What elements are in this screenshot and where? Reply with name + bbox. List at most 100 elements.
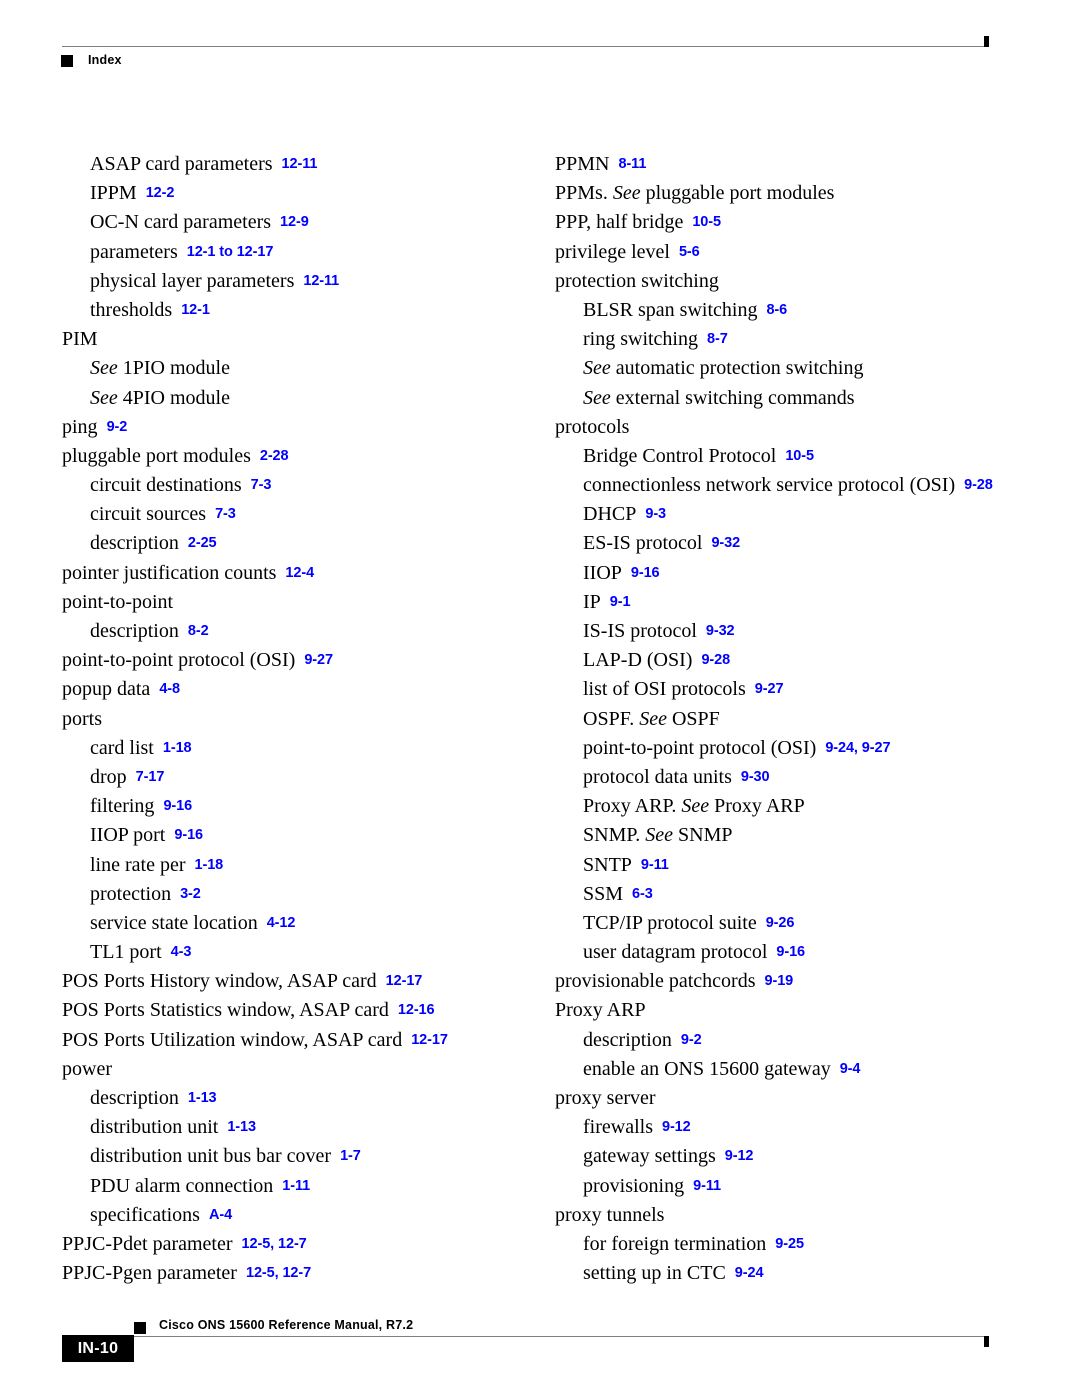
- black-square-icon: [61, 55, 73, 67]
- index-term: description: [583, 1029, 672, 1051]
- page-reference-link[interactable]: 12-9: [280, 214, 309, 230]
- page-reference-link[interactable]: 9-27: [304, 652, 333, 668]
- index-entry: ring switching 8-7: [555, 325, 1025, 354]
- index-term-text: TCP/IP protocol suite: [583, 911, 757, 934]
- page-reference-link[interactable]: 10-5: [785, 448, 814, 464]
- index-term-text: description: [90, 620, 179, 642]
- page-footer: Cisco ONS 15600 Reference Manual, R7.2 I…: [0, 1297, 1080, 1397]
- index-term-text: for foreign termination: [583, 1232, 767, 1255]
- index-term-text: pluggable port modules: [62, 444, 251, 467]
- page-reference-link[interactable]: 7-3: [251, 477, 272, 493]
- index-term: IP: [583, 591, 601, 613]
- index-entry: See 1PIO module: [62, 354, 532, 383]
- index-term-text: parameters: [90, 240, 178, 263]
- page-reference-link[interactable]: 1-13: [188, 1090, 217, 1106]
- page-reference-link[interactable]: 8-7: [707, 331, 728, 347]
- index-term-text: provisioning: [583, 1174, 685, 1197]
- page-reference-link[interactable]: 12-16: [398, 1002, 435, 1018]
- page-reference-link[interactable]: 1-13: [227, 1119, 256, 1135]
- page-reference-link[interactable]: 8-2: [188, 623, 209, 639]
- index-term-text: connectionless network service protocol …: [583, 474, 956, 497]
- page-reference-link[interactable]: 9-11: [693, 1178, 721, 1194]
- page-reference-link[interactable]: 9-32: [706, 623, 735, 639]
- index-term: proxy tunnels: [555, 1204, 664, 1226]
- page-reference-link[interactable]: 2-28: [260, 448, 289, 464]
- page-reference-link[interactable]: 9-27: [755, 681, 784, 697]
- index-entry: PPJC-Pgen parameter 12-5, 12-7: [62, 1259, 532, 1288]
- page-reference-link[interactable]: 9-2: [681, 1032, 702, 1048]
- index-term: See automatic protection switching: [583, 357, 863, 379]
- page-reference-link[interactable]: 12-4: [285, 565, 314, 581]
- page-reference-link[interactable]: 4-3: [171, 944, 192, 960]
- page-reference-link[interactable]: 9-24: [735, 1265, 764, 1281]
- index-entry: IPPM 12-2: [62, 179, 532, 208]
- page-reference-link[interactable]: 9-11: [641, 857, 669, 873]
- see-reference-label: See: [90, 357, 123, 380]
- page-reference-link[interactable]: 12-5, 12-7: [246, 1265, 311, 1281]
- index-term-text: ES-IS protocol: [583, 532, 703, 555]
- index-term: list of OSI protocols: [583, 678, 746, 700]
- page-reference-link[interactable]: 9-28: [964, 477, 993, 493]
- index-term: description: [90, 532, 179, 554]
- page-reference-link[interactable]: 10-5: [692, 214, 721, 230]
- index-term: ping: [62, 416, 98, 438]
- page-reference-link[interactable]: 7-17: [136, 769, 165, 785]
- page-reference-link[interactable]: 1-7: [340, 1148, 361, 1164]
- page-reference-link[interactable]: 12-17: [411, 1032, 448, 1048]
- page-reference-link[interactable]: 9-24, 9-27: [825, 740, 890, 756]
- page-reference-link[interactable]: 7-3: [215, 506, 236, 522]
- index-term: PDU alarm connection: [90, 1175, 273, 1197]
- page-number-badge: IN-10: [62, 1335, 134, 1362]
- index-term: Bridge Control Protocol: [583, 445, 776, 467]
- page-reference-link[interactable]: 2-25: [188, 535, 217, 551]
- index-entry: point-to-point protocol (OSI) 9-24, 9-27: [555, 734, 1025, 763]
- index-term-text: Proxy ARP: [714, 795, 805, 818]
- page-reference-link[interactable]: 1-18: [195, 857, 224, 873]
- index-term: See 4PIO module: [90, 387, 230, 409]
- page-reference-link[interactable]: 8-11: [618, 156, 646, 172]
- page-reference-link[interactable]: 9-32: [711, 535, 740, 551]
- page-reference-link[interactable]: 4-12: [267, 915, 296, 931]
- page-reference-link[interactable]: 9-12: [662, 1119, 691, 1135]
- index-term: gateway settings: [583, 1145, 716, 1167]
- page-reference-link[interactable]: 5-6: [679, 244, 700, 260]
- page-reference-link[interactable]: 9-2: [107, 419, 128, 435]
- index-term: LAP-D (OSI): [583, 649, 692, 671]
- page-reference-link[interactable]: 12-11: [282, 156, 318, 172]
- page-reference-link[interactable]: 9-1: [610, 594, 631, 610]
- index-term: service state location: [90, 912, 258, 934]
- page-reference-link[interactable]: 1-18: [163, 740, 192, 756]
- page-reference-link[interactable]: 9-4: [840, 1061, 861, 1077]
- page-reference-link[interactable]: 9-16: [163, 798, 192, 814]
- index-term-text: external switching commands: [615, 386, 855, 409]
- page-reference-link[interactable]: 9-19: [765, 973, 794, 989]
- index-entry: protection 3-2: [62, 880, 532, 909]
- page-reference-link[interactable]: 6-3: [632, 886, 653, 902]
- page-reference-link[interactable]: 9-16: [174, 827, 203, 843]
- page-reference-link[interactable]: 12-11: [303, 273, 339, 289]
- page-reference-link[interactable]: 9-30: [741, 769, 770, 785]
- page-reference-link[interactable]: A-4: [209, 1207, 232, 1223]
- page-reference-link[interactable]: 12-1: [181, 302, 210, 318]
- page-reference-link[interactable]: 12-1 to 12-17: [187, 244, 274, 260]
- page-reference-link[interactable]: 8-6: [766, 302, 787, 318]
- page-reference-link[interactable]: 9-16: [776, 944, 805, 960]
- page-reference-link[interactable]: 4-8: [159, 681, 180, 697]
- page-reference-link[interactable]: 12-17: [386, 973, 423, 989]
- page-reference-link[interactable]: 12-5, 12-7: [242, 1236, 307, 1252]
- index-term-prefix: OSPF.: [583, 707, 640, 730]
- index-term: specifications: [90, 1204, 200, 1226]
- index-term: POS Ports History window, ASAP card: [62, 970, 377, 992]
- index-entry: OSPF. See OSPF: [555, 705, 1025, 734]
- page-reference-link[interactable]: 12-2: [146, 185, 175, 201]
- index-term-text: IIOP: [583, 561, 622, 584]
- page-reference-link[interactable]: 9-25: [775, 1236, 804, 1252]
- page-reference-link[interactable]: 9-28: [701, 652, 730, 668]
- page-reference-link[interactable]: 9-12: [725, 1148, 754, 1164]
- page-reference-link[interactable]: 1-11: [282, 1178, 310, 1194]
- page-reference-link[interactable]: 9-26: [766, 915, 795, 931]
- page-reference-link[interactable]: 9-16: [631, 565, 660, 581]
- index-column-left: ASAP card parameters 12-11 IPPM 12-2 OC-N ca…: [62, 150, 532, 1288]
- page-reference-link[interactable]: 9-3: [645, 506, 666, 522]
- page-reference-link[interactable]: 3-2: [180, 886, 201, 902]
